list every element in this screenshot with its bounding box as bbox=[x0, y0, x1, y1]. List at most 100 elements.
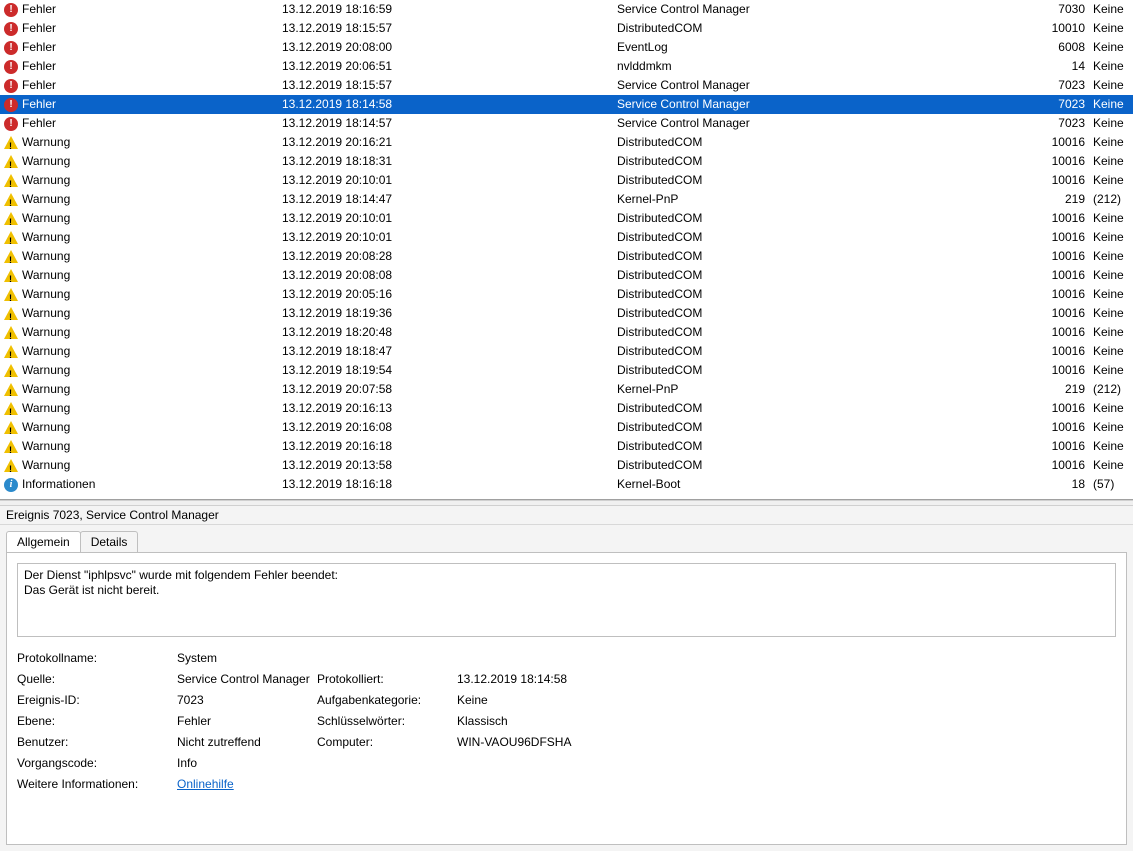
warning-icon bbox=[4, 250, 18, 263]
table-row[interactable]: Warnung13.12.2019 18:18:47DistributedCOM… bbox=[0, 342, 1133, 361]
table-row[interactable]: Warnung13.12.2019 20:08:28DistributedCOM… bbox=[0, 247, 1133, 266]
table-row[interactable]: Warnung13.12.2019 20:07:58Kernel-PnP219(… bbox=[0, 380, 1133, 399]
cell-level: Warnung bbox=[4, 437, 282, 456]
cell-level: Fehler bbox=[4, 57, 282, 76]
value-user: Nicht zutreffend bbox=[177, 735, 317, 749]
table-row[interactable]: Informationen13.12.2019 18:16:18Kernel-B… bbox=[0, 475, 1133, 494]
table-row[interactable]: Warnung13.12.2019 20:16:21DistributedCOM… bbox=[0, 133, 1133, 152]
cell-date: 13.12.2019 20:05:16 bbox=[282, 285, 617, 304]
level-text: Warnung bbox=[22, 342, 70, 361]
cell-source: DistributedCOM bbox=[617, 285, 1051, 304]
value-log-name: System bbox=[177, 651, 1116, 665]
cell-source: Kernel-PnP bbox=[617, 190, 1051, 209]
warning-icon bbox=[4, 212, 18, 225]
cell-event-id: 7023 bbox=[1051, 114, 1093, 133]
warning-icon bbox=[4, 440, 18, 453]
cell-task: Keine bbox=[1093, 114, 1133, 133]
table-row[interactable]: Warnung13.12.2019 20:08:08DistributedCOM… bbox=[0, 266, 1133, 285]
cell-source: DistributedCOM bbox=[617, 437, 1051, 456]
table-row[interactable]: Warnung13.12.2019 20:10:01DistributedCOM… bbox=[0, 209, 1133, 228]
cell-task: Keine bbox=[1093, 437, 1133, 456]
tab-general[interactable]: Allgemein bbox=[6, 531, 81, 552]
cell-task: Keine bbox=[1093, 209, 1133, 228]
cell-source: Kernel-PnP bbox=[617, 380, 1051, 399]
event-message: Der Dienst "iphlpsvc" wurde mit folgende… bbox=[17, 563, 1116, 637]
level-text: Warnung bbox=[22, 171, 70, 190]
cell-date: 13.12.2019 18:20:48 bbox=[282, 323, 617, 342]
value-keywords: Klassisch bbox=[457, 714, 1116, 728]
label-more-info: Weitere Informationen: bbox=[17, 777, 177, 791]
cell-task: Keine bbox=[1093, 133, 1133, 152]
cell-level: Fehler bbox=[4, 114, 282, 133]
level-text: Warnung bbox=[22, 133, 70, 152]
cell-level: Warnung bbox=[4, 171, 282, 190]
warning-icon bbox=[4, 231, 18, 244]
cell-task: Keine bbox=[1093, 19, 1133, 38]
cell-event-id: 10016 bbox=[1051, 399, 1093, 418]
table-row[interactable]: Warnung13.12.2019 18:19:36DistributedCOM… bbox=[0, 304, 1133, 323]
tab-details[interactable]: Details bbox=[80, 531, 139, 552]
cell-event-id: 18 bbox=[1051, 475, 1093, 494]
cell-level: Fehler bbox=[4, 95, 282, 114]
table-row[interactable]: Warnung13.12.2019 20:16:08DistributedCOM… bbox=[0, 418, 1133, 437]
cell-task: Keine bbox=[1093, 266, 1133, 285]
table-row[interactable]: Fehler13.12.2019 18:16:59Service Control… bbox=[0, 0, 1133, 19]
label-level: Ebene: bbox=[17, 714, 177, 728]
tab-general-body: Der Dienst "iphlpsvc" wurde mit folgende… bbox=[6, 552, 1127, 845]
cell-task: (212) bbox=[1093, 380, 1133, 399]
table-row[interactable]: Fehler13.12.2019 18:15:57DistributedCOM1… bbox=[0, 19, 1133, 38]
cell-date: 13.12.2019 18:16:18 bbox=[282, 475, 617, 494]
info-icon bbox=[4, 478, 18, 492]
cell-task: Keine bbox=[1093, 57, 1133, 76]
event-list[interactable]: Fehler13.12.2019 18:16:59Service Control… bbox=[0, 0, 1133, 500]
message-line-1: Der Dienst "iphlpsvc" wurde mit folgende… bbox=[24, 568, 1109, 583]
cell-level: Warnung bbox=[4, 399, 282, 418]
table-row[interactable]: Warnung13.12.2019 18:18:31DistributedCOM… bbox=[0, 152, 1133, 171]
cell-level: Warnung bbox=[4, 190, 282, 209]
level-text: Warnung bbox=[22, 266, 70, 285]
cell-source: DistributedCOM bbox=[617, 209, 1051, 228]
cell-task: Keine bbox=[1093, 0, 1133, 19]
table-row[interactable]: Warnung13.12.2019 20:10:01DistributedCOM… bbox=[0, 228, 1133, 247]
value-source: Service Control Manager bbox=[177, 672, 317, 686]
level-text: Fehler bbox=[22, 57, 56, 76]
table-row[interactable]: Fehler13.12.2019 20:08:00EventLog6008Kei… bbox=[0, 38, 1133, 57]
cell-date: 13.12.2019 20:16:18 bbox=[282, 437, 617, 456]
cell-source: DistributedCOM bbox=[617, 133, 1051, 152]
table-row[interactable]: Warnung13.12.2019 20:16:18DistributedCOM… bbox=[0, 437, 1133, 456]
table-row[interactable]: Warnung13.12.2019 18:20:48DistributedCOM… bbox=[0, 323, 1133, 342]
cell-event-id: 219 bbox=[1051, 190, 1093, 209]
table-row[interactable]: Warnung13.12.2019 20:13:58DistributedCOM… bbox=[0, 456, 1133, 475]
cell-level: Warnung bbox=[4, 247, 282, 266]
cell-source: DistributedCOM bbox=[617, 399, 1051, 418]
cell-source: Service Control Manager bbox=[617, 0, 1051, 19]
table-row[interactable]: Fehler13.12.2019 20:06:51nvlddmkm14Keine bbox=[0, 57, 1133, 76]
cell-date: 13.12.2019 20:07:58 bbox=[282, 380, 617, 399]
cell-event-id: 10016 bbox=[1051, 456, 1093, 475]
warning-icon bbox=[4, 136, 18, 149]
table-row[interactable]: Warnung13.12.2019 20:10:01DistributedCOM… bbox=[0, 171, 1133, 190]
table-row[interactable]: Fehler13.12.2019 18:15:57Service Control… bbox=[0, 76, 1133, 95]
cell-date: 13.12.2019 18:18:47 bbox=[282, 342, 617, 361]
cell-event-id: 10016 bbox=[1051, 247, 1093, 266]
cell-date: 13.12.2019 18:16:59 bbox=[282, 0, 617, 19]
table-row[interactable]: Warnung13.12.2019 20:16:13DistributedCOM… bbox=[0, 399, 1133, 418]
cell-level: Fehler bbox=[4, 38, 282, 57]
table-row[interactable]: Fehler13.12.2019 18:14:57Service Control… bbox=[0, 114, 1133, 133]
cell-date: 13.12.2019 18:18:31 bbox=[282, 152, 617, 171]
table-row[interactable]: Warnung13.12.2019 18:14:47Kernel-PnP219(… bbox=[0, 190, 1133, 209]
level-text: Warnung bbox=[22, 190, 70, 209]
value-task-category: Keine bbox=[457, 693, 1116, 707]
level-text: Fehler bbox=[22, 19, 56, 38]
table-row[interactable]: Warnung13.12.2019 20:05:16DistributedCOM… bbox=[0, 285, 1133, 304]
table-row[interactable]: Fehler13.12.2019 18:14:58Service Control… bbox=[0, 95, 1133, 114]
online-help-link[interactable]: Onlinehilfe bbox=[177, 777, 234, 791]
label-task-category: Aufgabenkategorie: bbox=[317, 693, 457, 707]
cell-level: Warnung bbox=[4, 152, 282, 171]
cell-date: 13.12.2019 20:08:28 bbox=[282, 247, 617, 266]
label-event-id: Ereignis-ID: bbox=[17, 693, 177, 707]
cell-task: Keine bbox=[1093, 247, 1133, 266]
table-row[interactable]: Warnung13.12.2019 18:19:54DistributedCOM… bbox=[0, 361, 1133, 380]
cell-event-id: 10016 bbox=[1051, 171, 1093, 190]
cell-level: Warnung bbox=[4, 380, 282, 399]
